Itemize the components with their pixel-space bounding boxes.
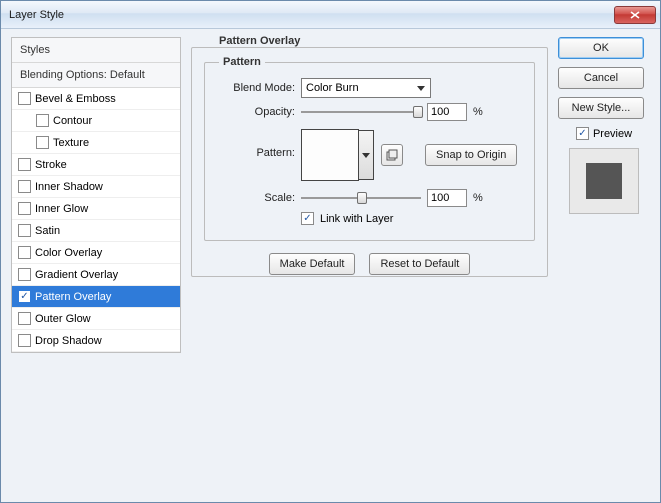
opacity-label: Opacity: xyxy=(217,106,295,118)
scale-slider[interactable] xyxy=(301,191,421,205)
preview-thumbnail xyxy=(569,148,639,214)
style-item-inner-shadow[interactable]: Inner Shadow xyxy=(12,176,180,198)
style-item-label: Gradient Overlay xyxy=(35,269,118,281)
style-item-label: Contour xyxy=(53,115,92,127)
reset-to-default-button[interactable]: Reset to Default xyxy=(369,253,470,275)
cancel-button[interactable]: Cancel xyxy=(558,67,644,89)
style-checkbox[interactable] xyxy=(18,92,31,105)
panel-title: Pattern Overlay xyxy=(215,35,304,47)
style-item-texture[interactable]: Texture xyxy=(12,132,180,154)
new-preset-icon xyxy=(386,149,398,161)
style-checkbox[interactable] xyxy=(18,246,31,259)
style-checkbox[interactable] xyxy=(18,202,31,215)
link-with-layer-label: Link with Layer xyxy=(320,213,393,225)
style-item-satin[interactable]: Satin xyxy=(12,220,180,242)
style-checkbox[interactable] xyxy=(18,312,31,325)
style-item-color-overlay[interactable]: Color Overlay xyxy=(12,242,180,264)
create-pattern-button[interactable] xyxy=(381,144,403,166)
style-item-stroke[interactable]: Stroke xyxy=(12,154,180,176)
make-default-button[interactable]: Make Default xyxy=(269,253,356,275)
layer-style-dialog: Layer Style Styles Blending Options: Def… xyxy=(0,0,661,503)
pattern-overlay-panel: Pattern Blend Mode: Color Burn Opacity: xyxy=(191,47,548,277)
pattern-picker-dropdown[interactable] xyxy=(359,130,374,180)
style-checkbox[interactable] xyxy=(18,290,31,303)
pattern-group: Pattern Blend Mode: Color Burn Opacity: xyxy=(204,62,535,241)
close-icon xyxy=(630,11,640,19)
style-item-label: Inner Shadow xyxy=(35,181,103,193)
preview-swatch xyxy=(586,163,622,199)
style-checkbox[interactable] xyxy=(18,158,31,171)
style-item-label: Inner Glow xyxy=(35,203,88,215)
pattern-picker[interactable] xyxy=(301,129,359,181)
style-item-label: Color Overlay xyxy=(35,247,102,259)
style-item-label: Texture xyxy=(53,137,89,149)
link-with-layer-checkbox[interactable] xyxy=(301,212,314,225)
blend-mode-value: Color Burn xyxy=(306,82,359,94)
style-item-label: Drop Shadow xyxy=(35,335,102,347)
opacity-input[interactable]: 100 xyxy=(427,103,467,121)
ok-button[interactable]: OK xyxy=(558,37,644,59)
style-item-label: Outer Glow xyxy=(35,313,91,325)
blend-mode-label: Blend Mode: xyxy=(217,82,295,94)
window-title: Layer Style xyxy=(9,9,64,21)
styles-header[interactable]: Styles xyxy=(12,38,180,63)
pattern-group-label: Pattern xyxy=(219,56,265,68)
style-item-contour[interactable]: Contour xyxy=(12,110,180,132)
preview-checkbox[interactable] xyxy=(576,127,589,140)
style-item-pattern-overlay[interactable]: Pattern Overlay xyxy=(12,286,180,308)
style-item-inner-glow[interactable]: Inner Glow xyxy=(12,198,180,220)
chevron-down-icon xyxy=(414,81,428,95)
style-item-label: Satin xyxy=(35,225,60,237)
style-checkbox[interactable] xyxy=(18,180,31,193)
style-checkbox[interactable] xyxy=(18,334,31,347)
blend-mode-dropdown[interactable]: Color Burn xyxy=(301,78,431,98)
scale-unit: % xyxy=(473,192,483,204)
preview-label: Preview xyxy=(593,128,632,140)
pattern-label: Pattern: xyxy=(217,129,295,159)
new-style-button[interactable]: New Style... xyxy=(558,97,644,119)
snap-to-origin-button[interactable]: Snap to Origin xyxy=(425,144,517,166)
scale-input[interactable]: 100 xyxy=(427,189,467,207)
style-item-outer-glow[interactable]: Outer Glow xyxy=(12,308,180,330)
style-item-gradient-overlay[interactable]: Gradient Overlay xyxy=(12,264,180,286)
style-checkbox[interactable] xyxy=(18,268,31,281)
close-button[interactable] xyxy=(614,6,656,24)
style-checkbox[interactable] xyxy=(36,136,49,149)
titlebar: Layer Style xyxy=(1,1,660,29)
style-checkbox[interactable] xyxy=(36,114,49,127)
opacity-unit: % xyxy=(473,106,483,118)
style-item-label: Pattern Overlay xyxy=(35,291,111,303)
style-item-bevel-emboss[interactable]: Bevel & Emboss xyxy=(12,88,180,110)
blending-options-row[interactable]: Blending Options: Default xyxy=(12,63,180,88)
style-checkbox[interactable] xyxy=(18,224,31,237)
style-item-label: Stroke xyxy=(35,159,67,171)
scale-label: Scale: xyxy=(217,192,295,204)
styles-list: Styles Blending Options: Default Bevel &… xyxy=(11,37,181,353)
style-item-label: Bevel & Emboss xyxy=(35,93,116,105)
opacity-slider[interactable] xyxy=(301,105,421,119)
style-item-drop-shadow[interactable]: Drop Shadow xyxy=(12,330,180,352)
